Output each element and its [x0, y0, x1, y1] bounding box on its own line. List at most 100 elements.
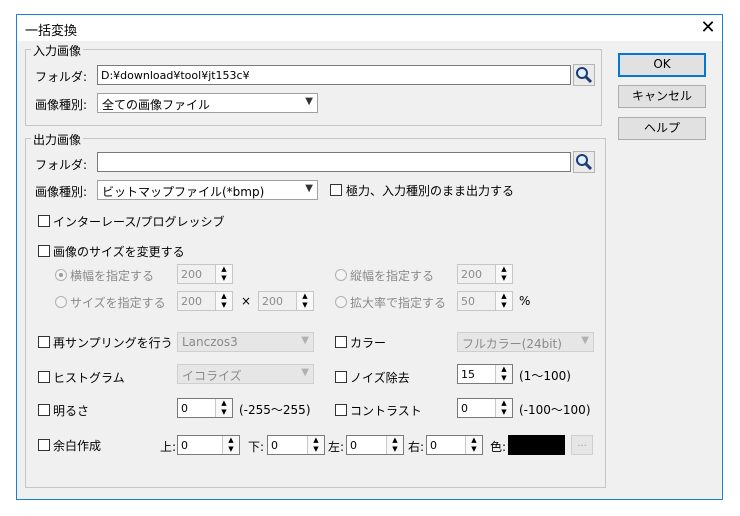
- help-button[interactable]: ヘルプ: [618, 117, 706, 140]
- output-folder-field[interactable]: [97, 152, 571, 172]
- title-bar[interactable]: 一括変換 ✕: [17, 15, 722, 41]
- contrast-value: 0: [461, 402, 468, 415]
- window-title: 一括変換: [25, 24, 78, 39]
- left-spinbox[interactable]: 0 ▲ ▼: [346, 435, 404, 455]
- spin-arrows-icon[interactable]: ▲ ▼: [222, 436, 239, 454]
- output-type-select[interactable]: ビットマップファイル(*bmp) ▼: [97, 180, 318, 200]
- histogram-label: ヒストグラム: [53, 371, 125, 385]
- chevron-down-icon: ▼: [301, 367, 309, 378]
- input-type-label: 画像種別:: [35, 98, 88, 112]
- histogram-value: イコライズ: [182, 369, 242, 383]
- spin-arrows-icon[interactable]: ▲ ▼: [296, 292, 313, 310]
- noise-value: 15: [461, 368, 475, 381]
- margin-label: 余白作成: [53, 439, 102, 453]
- color-picker-button[interactable]: ...: [571, 435, 593, 455]
- output-type-value: ビットマップファイル(*bmp): [102, 185, 265, 199]
- close-icon[interactable]: ✕: [695, 16, 721, 40]
- scale-radio[interactable]: [335, 296, 347, 308]
- batch-convert-dialog: 一括変換 ✕ OK キャンセル ヘルプ 入力画像 フォルダ: D:¥downlo…: [16, 14, 723, 500]
- top-label: 上:: [160, 440, 177, 454]
- keep-type-checkbox[interactable]: [330, 184, 342, 196]
- input-group-legend: 入力画像: [31, 42, 84, 59]
- color-checkbox[interactable]: [335, 336, 347, 348]
- scale-radio-label: 拡大率で指定する: [350, 296, 447, 310]
- chevron-down-icon: ▼: [305, 183, 313, 194]
- keep-type-label: 極力、入力種別のまま出力する: [346, 184, 515, 198]
- input-image-group: [25, 49, 602, 126]
- ok-button[interactable]: OK: [618, 53, 706, 77]
- color-label: カラー: [350, 336, 387, 350]
- resize-checkbox[interactable]: [38, 245, 50, 257]
- spin-arrows-icon[interactable]: ▲ ▼: [307, 436, 324, 454]
- input-folder-field[interactable]: D:¥download¥tool¥jt153c¥: [97, 65, 571, 85]
- left-value: 0: [350, 439, 357, 452]
- width-radio-label: 横幅を指定する: [70, 269, 155, 283]
- spin-arrows-icon[interactable]: ▲ ▼: [386, 436, 403, 454]
- output-type-label: 画像種別:: [35, 185, 88, 199]
- chevron-down-icon: ▼: [305, 96, 313, 107]
- noise-spinbox[interactable]: 15 ▲ ▼: [457, 364, 513, 384]
- interlace-checkbox[interactable]: [38, 215, 50, 227]
- color-value: フルカラー(24bit): [462, 337, 562, 351]
- spin-arrows-icon[interactable]: ▲ ▼: [215, 399, 232, 417]
- height-radio[interactable]: [335, 269, 347, 281]
- scale-spinbox[interactable]: 50 ▲ ▼: [457, 291, 513, 311]
- top-spinbox[interactable]: 0 ▲ ▼: [177, 435, 240, 455]
- resample-checkbox[interactable]: [38, 336, 50, 348]
- times-sign: ×: [241, 294, 252, 308]
- chevron-down-icon: ▼: [301, 335, 309, 346]
- brightness-label: 明るさ: [53, 404, 90, 418]
- color-select[interactable]: フルカラー(24bit) ▼: [457, 332, 594, 352]
- cancel-button[interactable]: キャンセル: [618, 85, 706, 108]
- input-folder-label: フォルダ:: [35, 70, 88, 84]
- spin-arrows-icon[interactable]: ▲ ▼: [495, 399, 512, 417]
- interlace-label: インターレース/プログレッシブ: [53, 215, 225, 229]
- search-icon: [576, 154, 593, 171]
- search-icon: [576, 67, 593, 84]
- right-value: 0: [430, 439, 437, 452]
- bottom-value: 0: [271, 439, 278, 452]
- input-type-select[interactable]: 全ての画像ファイル ▼: [97, 93, 318, 113]
- contrast-label: コントラスト: [350, 404, 422, 418]
- resize-label: 画像のサイズを変更する: [53, 245, 185, 259]
- brightness-spinbox[interactable]: 0 ▲ ▼: [177, 398, 233, 418]
- output-group-legend: 出力画像: [31, 131, 84, 148]
- output-folder-browse-button[interactable]: [573, 151, 595, 173]
- spin-arrows-icon[interactable]: ▲ ▼: [495, 265, 512, 283]
- spin-arrows-icon[interactable]: ▲ ▼: [215, 265, 232, 283]
- spin-arrows-icon[interactable]: ▲ ▼: [495, 365, 512, 383]
- height-radio-label: 縦幅を指定する: [350, 269, 435, 283]
- color2-label: 色:: [490, 440, 507, 454]
- margin-color-swatch[interactable]: [508, 435, 565, 455]
- height-spinbox[interactable]: 200 ▲ ▼: [457, 264, 513, 284]
- width-radio[interactable]: [55, 269, 67, 281]
- brightness-checkbox[interactable]: [38, 404, 50, 416]
- size-width-spinbox[interactable]: 200 ▲ ▼: [177, 291, 233, 311]
- size-height-value: 200: [262, 295, 283, 308]
- size-width-value: 200: [181, 295, 202, 308]
- resample-select[interactable]: Lanczos3 ▼: [177, 332, 314, 352]
- contrast-checkbox[interactable]: [335, 404, 347, 416]
- contrast-spinbox[interactable]: 0 ▲ ▼: [457, 398, 513, 418]
- brightness-range: (-255〜255): [239, 403, 311, 417]
- right-spinbox[interactable]: 0 ▲ ▼: [426, 435, 483, 455]
- width-spinbox[interactable]: 200 ▲ ▼: [177, 264, 233, 284]
- margin-checkbox[interactable]: [38, 439, 50, 451]
- contrast-range: (-100〜100): [519, 403, 591, 417]
- input-folder-browse-button[interactable]: [573, 64, 595, 86]
- brightness-value: 0: [181, 402, 188, 415]
- width-value: 200: [181, 268, 202, 281]
- size-height-spinbox[interactable]: 200 ▲ ▼: [258, 291, 314, 311]
- scale-value: 50: [461, 295, 475, 308]
- spin-arrows-icon[interactable]: ▲ ▼: [215, 292, 232, 310]
- size-radio[interactable]: [55, 296, 67, 308]
- input-type-value: 全ての画像ファイル: [102, 98, 211, 112]
- spin-arrows-icon[interactable]: ▲ ▼: [465, 436, 482, 454]
- histogram-select[interactable]: イコライズ ▼: [177, 364, 314, 384]
- resample-value: Lanczos3: [182, 335, 238, 349]
- spin-arrows-icon[interactable]: ▲ ▼: [495, 292, 512, 310]
- histogram-checkbox[interactable]: [38, 371, 50, 383]
- bottom-spinbox[interactable]: 0 ▲ ▼: [267, 435, 325, 455]
- noise-checkbox[interactable]: [335, 371, 347, 383]
- top-value: 0: [181, 439, 188, 452]
